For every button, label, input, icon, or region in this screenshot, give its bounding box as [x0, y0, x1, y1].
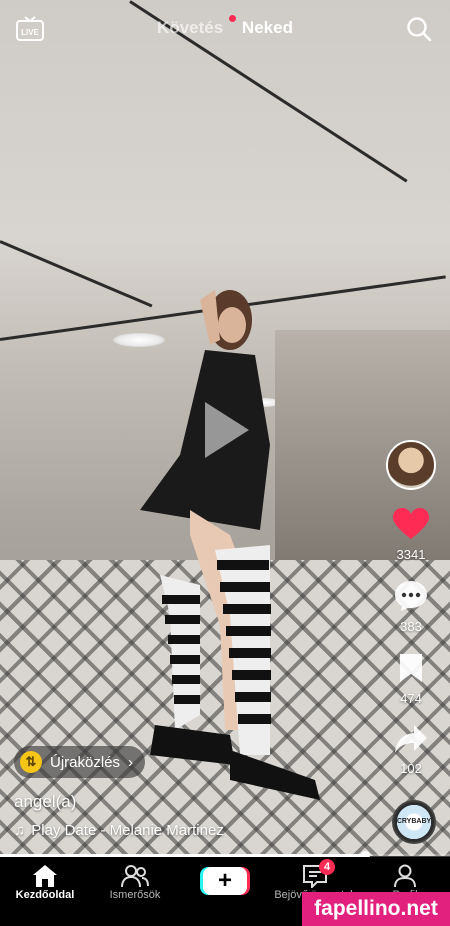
nav-friends-label: Ismerősök [109, 889, 161, 901]
creator-avatar[interactable] [386, 440, 436, 490]
top-bar: LIVE Követés Neked [0, 0, 450, 60]
nav-home[interactable]: Kezdőoldal [0, 857, 90, 926]
comment-count: 383 [400, 619, 422, 634]
music-disc[interactable]: CRYBABY [392, 800, 436, 844]
home-icon [33, 865, 57, 887]
share-count: 102 [400, 761, 422, 776]
play-icon[interactable] [205, 402, 249, 458]
like-count: 3341 [396, 547, 426, 562]
comment-button[interactable]: 383 [382, 580, 440, 634]
friends-icon [121, 865, 149, 888]
create-button[interactable]: + [203, 867, 247, 895]
repost-icon: ⇅ [20, 751, 42, 773]
save-button[interactable]: 474 [382, 652, 440, 706]
repost-button[interactable]: ⇅ Újraközlés › [14, 746, 146, 778]
like-button[interactable]: 3341 [382, 508, 440, 562]
nav-home-label: Kezdőoldal [15, 889, 75, 901]
share-button[interactable]: 102 [382, 724, 440, 776]
action-rail: 3341 383 474 102 [382, 440, 440, 776]
feed-tabs: Követés Neked [0, 15, 450, 38]
search-icon[interactable] [406, 16, 432, 42]
comment-icon [395, 581, 427, 611]
music-info[interactable]: ♫ Play Date - Melanie Martinez [14, 822, 224, 839]
tab-for-you[interactable]: Neked [242, 18, 293, 37]
profile-icon [394, 864, 416, 888]
music-title: Play Date - Melanie Martinez [31, 822, 224, 839]
tab-following-label: Követés [157, 18, 224, 37]
watermark: fapellino.net [302, 892, 450, 926]
plus-icon: + [217, 867, 232, 894]
disc-label: CRYBABY [396, 818, 432, 825]
bookmark-icon [400, 654, 422, 682]
notification-dot [228, 15, 236, 22]
chevron-right-icon: › [128, 753, 134, 771]
video-caption[interactable]: angel(a) [14, 792, 76, 812]
nav-create[interactable]: + [180, 857, 270, 926]
repost-label: Újraközlés [50, 753, 121, 771]
share-icon [395, 725, 427, 753]
music-note-icon: ♫ [14, 822, 26, 839]
inbox-badge: 4 [319, 859, 335, 875]
tab-following[interactable]: Követés [157, 15, 236, 37]
nav-friends[interactable]: Ismerősök [90, 857, 180, 926]
dancer-figure [140, 290, 320, 800]
save-count: 474 [400, 691, 422, 706]
heart-icon [393, 508, 429, 539]
